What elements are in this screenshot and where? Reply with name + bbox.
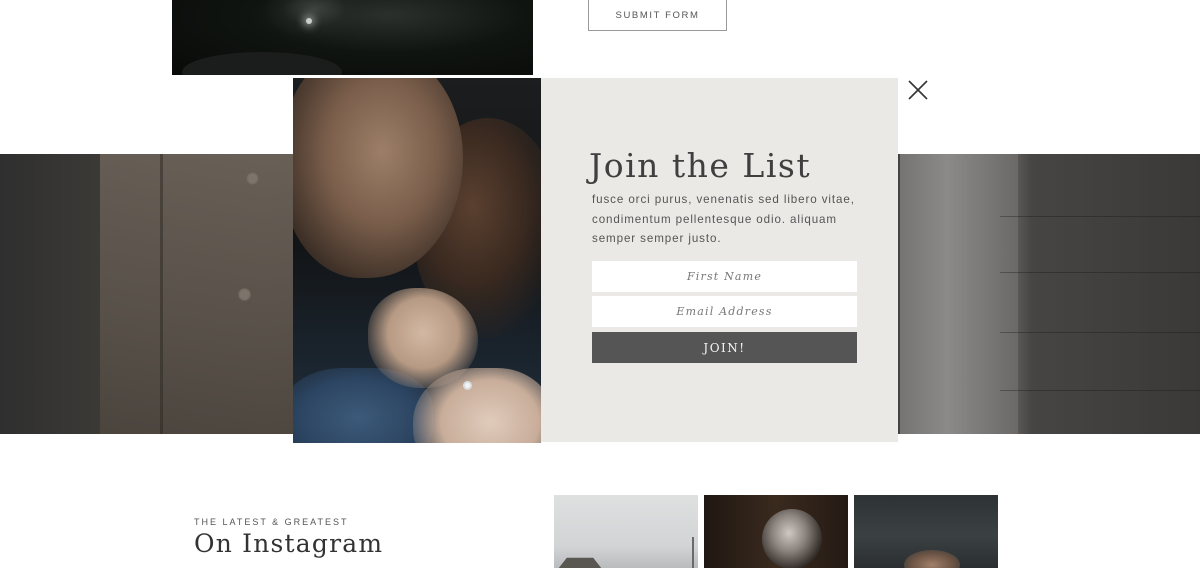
- close-x-icon: [908, 80, 928, 100]
- join-button[interactable]: JOIN!: [592, 332, 857, 363]
- wood-plank-line: [1000, 332, 1200, 333]
- email-field[interactable]: [592, 296, 857, 327]
- wood-plank-line: [1000, 390, 1200, 391]
- popup-panel: Join the List fusce orci purus, venenati…: [541, 78, 898, 442]
- popup-description: fusce orci purus, venenatis sed libero v…: [592, 193, 855, 245]
- shirt-placket: [160, 154, 163, 434]
- close-button[interactable]: [905, 77, 931, 103]
- first-name-field[interactable]: [592, 261, 857, 292]
- white-sleeve: [900, 154, 1018, 434]
- instagram-thumbnail[interactable]: [704, 495, 848, 568]
- rooftop-shape: [558, 557, 602, 568]
- submit-form-button[interactable]: SUBMIT FORM: [588, 0, 727, 31]
- wood-plank-line: [1000, 272, 1200, 273]
- popup-title: Join the List: [589, 146, 812, 185]
- instagram-title: On Instagram: [194, 529, 384, 558]
- instagram-thumbnail[interactable]: [554, 495, 698, 568]
- top-photo: [172, 0, 533, 75]
- shirt-area: [100, 154, 300, 434]
- ring: [463, 381, 472, 390]
- couple-shape: [904, 550, 960, 568]
- hat-brim: [182, 52, 342, 75]
- instagram-kicker: THE LATEST & GREATEST: [194, 517, 349, 527]
- light-flare: [264, 0, 364, 38]
- couple-shape: [762, 509, 822, 568]
- shirt-button: [238, 288, 251, 301]
- instagram-thumbnail[interactable]: [854, 495, 998, 568]
- shirt-button: [246, 172, 259, 185]
- light-flare-dot: [306, 18, 312, 24]
- popup-photo: [293, 78, 541, 443]
- wood-plank-line: [1000, 216, 1200, 217]
- pole-shape: [692, 537, 694, 568]
